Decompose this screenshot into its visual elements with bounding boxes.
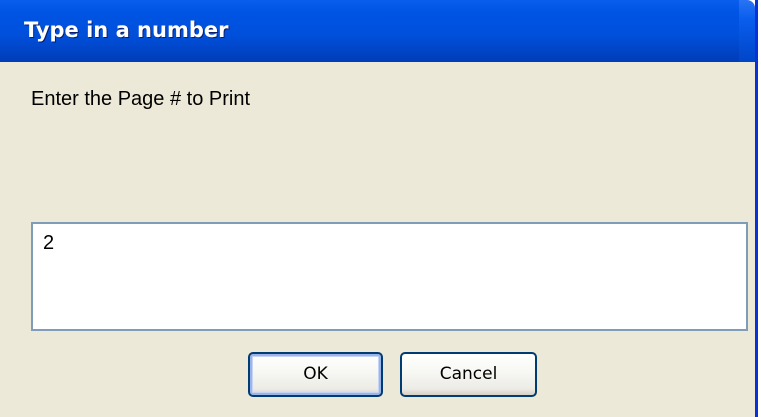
prompt-label: Enter the Page # to Print [31,88,251,110]
title-bar-corner [739,0,755,62]
dialog-title: Type in a number [24,18,229,42]
title-bar[interactable]: Type in a number [0,0,755,62]
cancel-button[interactable]: Cancel [400,352,537,397]
ok-button[interactable]: OK [248,352,383,397]
input-dialog: Type in a number Enter the Page # to Pri… [0,0,758,417]
page-number-input[interactable]: 2 [31,222,748,331]
